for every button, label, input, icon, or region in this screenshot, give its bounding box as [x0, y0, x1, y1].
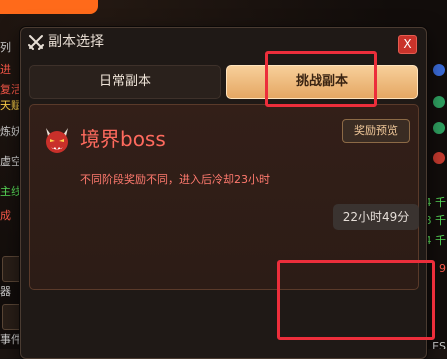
realm-boss-card[interactable]: 境界boss 奖励预览 不同阶段奖励不同，进入后冷却23小时	[29, 104, 419, 290]
bg-right-stat: 8 千	[424, 214, 447, 227]
bg-right-stat: 9	[439, 262, 446, 275]
crossed-swords-icon	[28, 35, 44, 50]
bg-left-slot[interactable]	[2, 304, 22, 330]
boss-title: 境界boss	[80, 127, 166, 151]
boss-description: 不同阶段奖励不同，进入后冷却23小时	[80, 173, 270, 186]
background-right-menu: 4 千 8 千 4 千 9 ES	[425, 0, 447, 359]
bg-red-orb-icon[interactable]	[433, 152, 445, 164]
bg-left-item[interactable]: 器	[0, 282, 22, 302]
bg-right-stat: 4 千	[424, 196, 447, 209]
bg-green-orb-icon[interactable]	[433, 122, 445, 134]
background-top-banner	[0, 0, 98, 14]
bg-green-orb-icon[interactable]	[433, 96, 445, 108]
bg-left-item[interactable]: 天赋	[0, 96, 22, 116]
dungeon-select-panel: 副本选择 X 日常副本 挑战副本 境界boss 奖励预览 不同阶段奖励不同，进入…	[20, 27, 427, 359]
panel-title: 副本选择	[48, 34, 104, 50]
bg-left-slot[interactable]	[2, 256, 22, 282]
panel-title-bar: 副本选择 X	[21, 28, 426, 58]
bg-left-item[interactable]: 成	[0, 206, 22, 226]
bg-right-stat: 4 千	[424, 234, 447, 247]
bg-left-item[interactable]: 炼妖	[0, 122, 22, 142]
reward-preview-button[interactable]: 奖励预览	[342, 119, 410, 143]
game-screen: 列 进 复活 天赋 炼妖 虚空 主线 成 器 事件 4 千 8 千 4 千 9 …	[0, 0, 447, 359]
background-left-menu: 列 进 复活 天赋 炼妖 虚空 主线 成 器 事件	[0, 34, 22, 359]
bg-left-item[interactable]: 事件	[0, 330, 22, 350]
bg-blue-orb-icon[interactable]	[433, 64, 445, 76]
bg-left-item[interactable]: 列	[0, 38, 22, 58]
demon-face-icon	[46, 128, 68, 153]
bg-left-item[interactable]: 虚空	[0, 152, 22, 172]
bg-left-item[interactable]: 主线	[0, 182, 22, 202]
cooldown-timer: 22小时49分	[333, 204, 419, 230]
close-button[interactable]: X	[398, 35, 417, 54]
tab-daily-dungeon[interactable]: 日常副本	[29, 65, 221, 99]
tab-challenge-dungeon[interactable]: 挑战副本	[226, 65, 418, 99]
bg-left-item[interactable]: 进	[0, 60, 22, 80]
